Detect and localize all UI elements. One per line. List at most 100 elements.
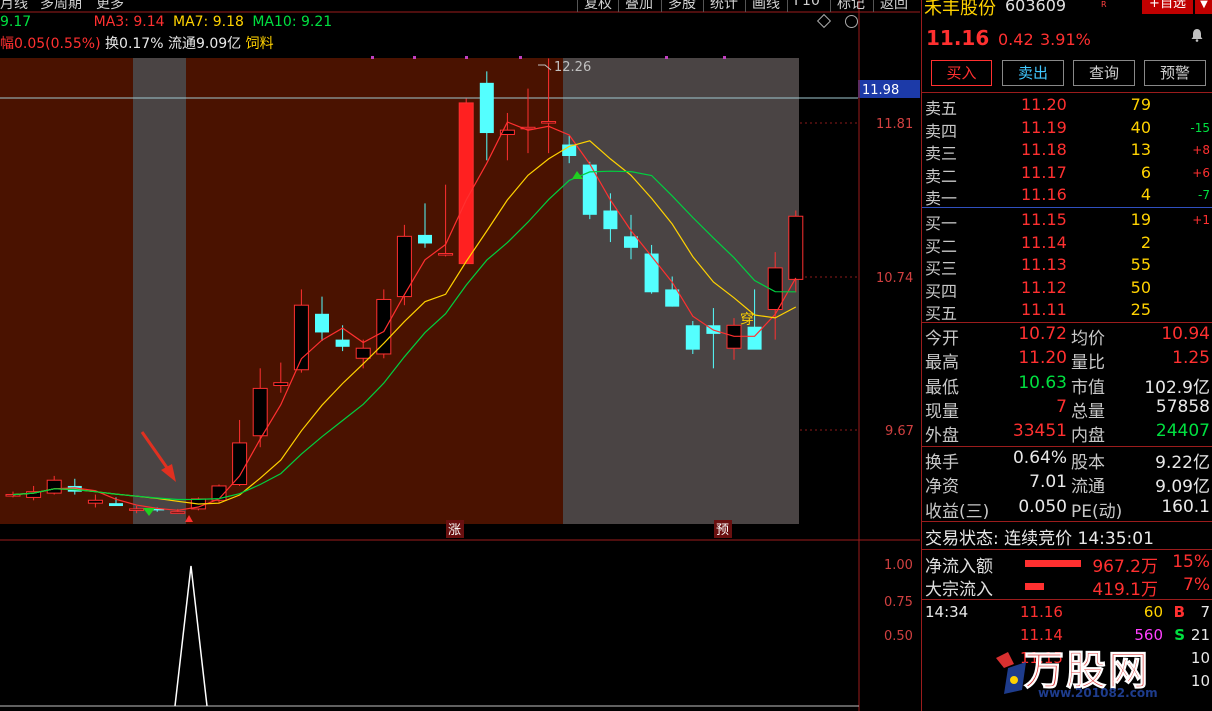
info-float: 流通9.09亿 (167, 36, 242, 52)
asks-delta: -15 (1190, 120, 1210, 135)
chevron-down-icon[interactable]: ▼ (1195, 0, 1212, 14)
stat-key: 今开 (925, 329, 959, 349)
bids-price: 11.15 (1021, 210, 1067, 229)
ma10-value: MA10: 9.21 (252, 14, 333, 30)
quote-panel: 禾丰股份 603609 R +自选 ▼ 11.16 0.42 3.91% 买入 … (921, 0, 1212, 711)
asks-row[interactable]: 卖二 11.17 6 +6 (922, 163, 1212, 186)
asks-label: 卖五 (925, 99, 958, 118)
buy-button[interactable]: 买入 (931, 60, 992, 86)
toolbar-multi-period[interactable]: 多周期 (40, 0, 82, 12)
stat-value: 11.20 (1018, 348, 1067, 369)
candle-body[interactable] (129, 508, 145, 511)
stock-tag: R (1101, 0, 1107, 9)
bids-price: 11.11 (1021, 300, 1067, 320)
current-price: 11.16 (926, 26, 990, 50)
stat-value: 102.9亿 (1144, 377, 1210, 398)
toolbar-button-multi-stock[interactable]: 多股 (661, 0, 702, 12)
query-button[interactable]: 查询 (1073, 60, 1135, 86)
candle-body[interactable] (376, 298, 392, 355)
candle-body[interactable] (458, 102, 474, 265)
candle-body[interactable] (109, 503, 123, 507)
stat-value: 10.72 (1018, 324, 1067, 344)
bids-delta: +1 (1192, 213, 1210, 227)
stat-value: 7.01 (1029, 472, 1067, 493)
stat-row: 换手 0.64% 股本 9.22亿 (922, 448, 1212, 473)
y-tick-label: 10.74 (876, 271, 913, 286)
asks-row[interactable]: 卖五 11.20 79 (922, 95, 1212, 118)
candle-body[interactable] (624, 236, 638, 248)
candle-body[interactable] (541, 121, 557, 124)
stat-value: 10.63 (1018, 372, 1067, 393)
toolbar-more[interactable]: 更多 (96, 0, 124, 12)
circle-option-icon[interactable] (845, 15, 858, 28)
candle-body[interactable] (665, 289, 680, 307)
candle-body[interactable] (355, 347, 371, 359)
toolbar-button-overlay[interactable]: 叠加 (618, 0, 659, 12)
asks-label: 卖四 (925, 121, 958, 141)
stat-key: 均价 (1071, 329, 1105, 349)
candle-body[interactable] (685, 325, 700, 350)
toolbar-button-draw[interactable]: 画线 (745, 0, 786, 12)
watermark-logo: 万股网 www.201082.com (990, 628, 1212, 711)
candle-body[interactable] (418, 234, 432, 244)
toolbar-button-fuquan[interactable]: 复权 (577, 0, 618, 12)
flow-bar (1025, 583, 1044, 590)
asks-volume: 40 (1130, 117, 1151, 137)
candle-body[interactable] (438, 253, 454, 256)
candle-body[interactable] (232, 442, 248, 486)
price-change: 0.42 (998, 30, 1034, 49)
candle-body[interactable] (747, 326, 762, 350)
ma3-value: MA3: 9.14 (93, 14, 165, 30)
toolbar-button-back[interactable]: 返回 (873, 0, 914, 12)
tick-count: 7 (1200, 603, 1210, 621)
stat-value: 10.94 (1161, 324, 1210, 344)
info-sector-tag[interactable]: 饲料 (246, 36, 274, 52)
sell-button[interactable]: 卖出 (1002, 60, 1064, 86)
stat-key: 现量 (925, 401, 959, 422)
candle-body[interactable] (170, 511, 186, 514)
bids-row[interactable]: 买二 11.14 2 (922, 233, 1212, 256)
candle-body[interactable] (87, 499, 103, 504)
alert-button[interactable]: 预警 (1144, 60, 1206, 86)
stat-value: 0.64% (1012, 448, 1067, 468)
toolbar-button-stats[interactable]: 统计 (703, 0, 744, 12)
bids-row[interactable]: 买五 11.11 25 (922, 300, 1212, 324)
toolbar-button-f10[interactable]: F10 (787, 0, 826, 12)
bell-icon[interactable] (1190, 28, 1204, 42)
asks-row[interactable]: 卖三 11.18 13 +8 (922, 140, 1212, 164)
add-watchlist-button[interactable]: +自选 (1142, 0, 1193, 14)
stat-key: 流通 (1071, 477, 1105, 498)
sub-tick-label: 1.00 (884, 558, 913, 573)
asks-row[interactable]: 卖一 11.16 4 -7 (922, 185, 1212, 209)
stat-row: 今开 10.72 均价 10.94 (922, 324, 1212, 349)
stat-key: 总量 (1071, 401, 1105, 422)
asks-label: 卖三 (925, 144, 958, 164)
fund-flow-row: 大宗流入 419.1万 7% (922, 575, 1212, 600)
candle-body[interactable] (644, 253, 659, 293)
stat-key: 内盘 (1071, 426, 1105, 447)
asks-row[interactable]: 卖四 11.19 40 -15 (922, 117, 1212, 141)
candle-body[interactable] (603, 210, 618, 230)
candle-body[interactable] (335, 339, 350, 347)
candle-body[interactable] (788, 215, 804, 280)
bids-row[interactable]: 买三 11.13 55 (922, 255, 1212, 278)
kline-chart[interactable]: 11.98 11.81 10.74 9.67 12.26 穿 涨 预 1.00 … (0, 0, 920, 711)
asks-label: 卖一 (925, 189, 958, 209)
bids-row[interactable]: 买四 11.12 50 (922, 278, 1212, 301)
flow-value: 967.2万 (1092, 557, 1158, 577)
toolbar-button-mark[interactable]: 标记 (830, 0, 871, 12)
candle-body[interactable] (273, 382, 289, 387)
bids-label: 买五 (925, 304, 958, 324)
bg-band (563, 58, 799, 524)
stat-key: 最高 (925, 353, 959, 374)
candle-body[interactable] (46, 479, 62, 494)
bids-row[interactable]: 买一 11.15 19 +1 (922, 210, 1212, 233)
info-change: 幅0.05(0.55%) (0, 36, 101, 52)
candle-body[interactable] (252, 387, 268, 437)
toolbar-period-monthly[interactable]: 月线 (0, 0, 28, 12)
stat-key: 股本 (1071, 453, 1105, 473)
candle-body[interactable] (315, 313, 329, 333)
candle-body[interactable] (479, 82, 494, 134)
asks-delta: -7 (1198, 188, 1210, 203)
sub-tick-label: 0.50 (884, 629, 913, 644)
